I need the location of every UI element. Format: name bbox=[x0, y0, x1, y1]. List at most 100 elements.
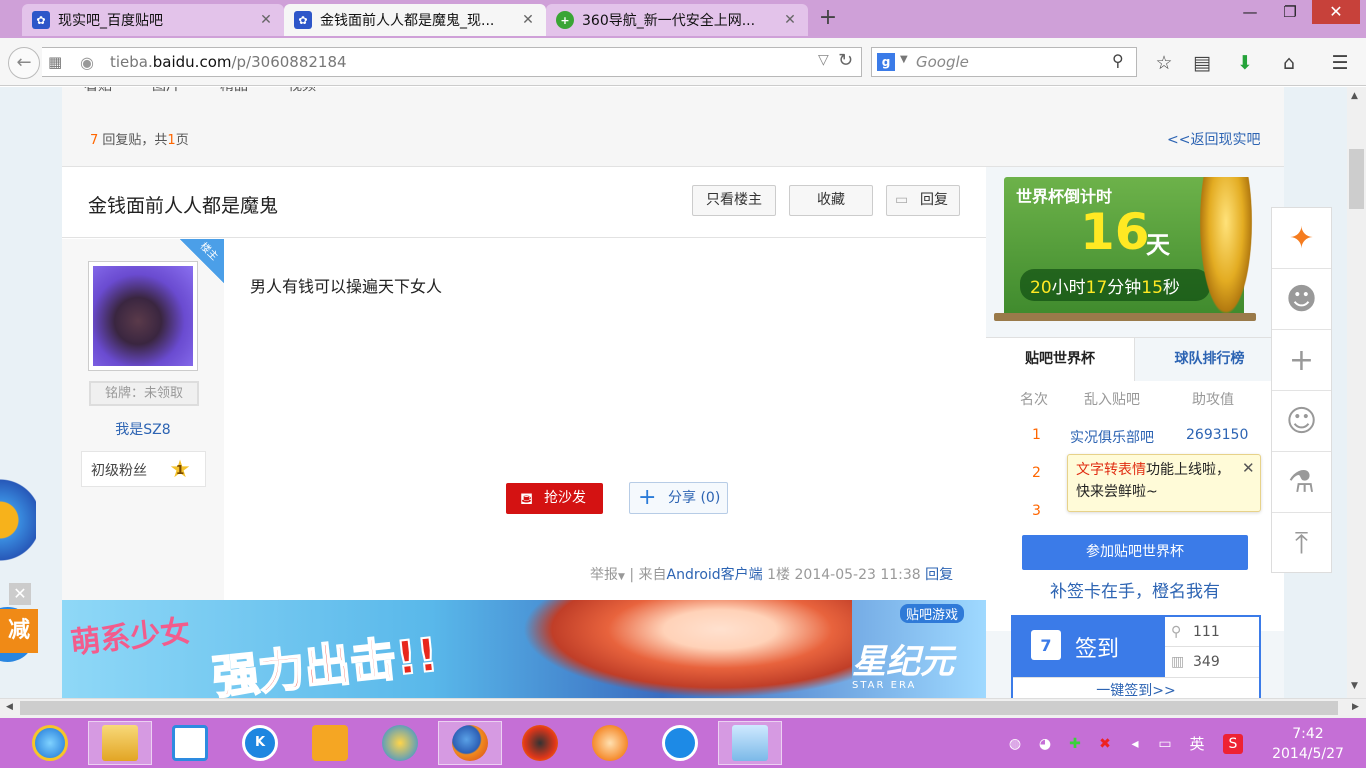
reload-icon[interactable]: ↻ bbox=[838, 50, 853, 71]
scroll-left-icon[interactable]: ◀ bbox=[6, 702, 13, 712]
search-icon[interactable]: ⚲ bbox=[1112, 51, 1124, 70]
sofa-button[interactable]: ⛾ 抢沙发 bbox=[506, 483, 603, 514]
vertical-scrollbar[interactable]: ▲ ▼ bbox=[1347, 87, 1366, 698]
fan-level-number: 1 bbox=[175, 463, 185, 477]
chevron-down-icon[interactable]: ▼ bbox=[618, 572, 625, 582]
taskbar-firefox[interactable] bbox=[438, 721, 502, 765]
side-toolbar: ✦ ☻ + ☺ ⚗ ⤒ bbox=[1271, 207, 1332, 573]
identity-icon[interactable]: ▦ bbox=[48, 53, 62, 71]
sofa-icon: ⛾ bbox=[520, 489, 534, 508]
countdown-base bbox=[994, 313, 1256, 321]
search-box[interactable]: g ▼ Google ⚲ bbox=[871, 47, 1137, 77]
taskbar-game[interactable] bbox=[578, 721, 642, 765]
report-link[interactable]: 举报 bbox=[590, 567, 618, 583]
taskbar-ie[interactable] bbox=[18, 721, 82, 765]
close-tab-icon[interactable]: ✕ bbox=[258, 12, 274, 28]
nav-item-posts[interactable]: 看贴 bbox=[84, 87, 112, 95]
back-button[interactable]: ← bbox=[8, 47, 40, 79]
taskbar-alarm[interactable] bbox=[368, 721, 432, 765]
close-window-button[interactable]: ✕ bbox=[1312, 0, 1360, 24]
baidu-paw-icon: ✿ bbox=[32, 11, 50, 29]
only-op-button[interactable]: 只看楼主 bbox=[692, 185, 776, 216]
bookmarks-list-icon[interactable]: ▤ bbox=[1190, 51, 1214, 75]
taskbar-player[interactable] bbox=[508, 721, 572, 765]
maximize-button[interactable]: ❐ bbox=[1276, 0, 1304, 24]
dropdown-arrow-icon[interactable]: ▽ bbox=[818, 52, 829, 68]
from-label: | 来自 bbox=[629, 567, 667, 583]
nav-item-images[interactable]: 图片 bbox=[152, 87, 180, 95]
chevron-down-icon[interactable]: ▼ bbox=[900, 54, 908, 65]
join-cup-button[interactable]: 参加贴吧世界杯 bbox=[1022, 535, 1248, 570]
taskbar-cloud[interactable] bbox=[158, 721, 222, 765]
360-safe-icon[interactable]: ✚ bbox=[1065, 734, 1085, 754]
scrollbar-thumb[interactable] bbox=[1349, 149, 1364, 209]
sign-in-box[interactable]: 7 签到 ⚲ 111 ▥ 349 一键签到>> bbox=[1011, 615, 1261, 698]
fan-level[interactable]: 初级粉丝 ★ 1 bbox=[81, 451, 206, 487]
taskbar-kugou[interactable]: K bbox=[228, 721, 292, 765]
taskbar-video[interactable] bbox=[648, 721, 712, 765]
username-link[interactable]: 我是SZ8 bbox=[62, 419, 224, 439]
bear-face-icon[interactable]: ☻ bbox=[1272, 269, 1331, 330]
qq-penguin-icon[interactable]: ◕ bbox=[1035, 734, 1055, 754]
row-bar[interactable]: 实况俱乐部吧 bbox=[1070, 427, 1154, 447]
clock-time: 7:42 bbox=[1292, 726, 1324, 742]
sogou-icon[interactable]: S bbox=[1223, 734, 1243, 754]
sign-count-a: 111 bbox=[1193, 624, 1220, 640]
back-to-top-icon[interactable]: ⤒ bbox=[1272, 513, 1331, 574]
url-bar[interactable]: ▦ ◉ tieba.baidu.com/p/3060882184 ▽ ↻ bbox=[42, 47, 862, 77]
scroll-down-icon[interactable]: ▼ bbox=[1351, 681, 1358, 691]
back-to-bar-link[interactable]: <<返回现实吧 bbox=[1167, 129, 1260, 149]
nav-item-featured[interactable]: 精品 bbox=[220, 87, 248, 95]
menu-icon[interactable]: ☰ bbox=[1328, 51, 1352, 75]
sign-in-button[interactable]: 7 签到 bbox=[1013, 617, 1165, 677]
tab-current-thread[interactable]: ✿ 金钱面前人人都是魔鬼_现... ✕ bbox=[284, 4, 546, 36]
magic-wand-icon[interactable]: ✦ bbox=[1272, 208, 1331, 269]
tab-360-nav[interactable]: + 360导航_新一代安全上网... ✕ bbox=[546, 4, 808, 36]
home-icon[interactable]: ⌂ bbox=[1277, 51, 1301, 75]
post-reply-link[interactable]: 回复 bbox=[925, 567, 953, 583]
client-link[interactable]: Android客户端 bbox=[667, 567, 763, 583]
world-cup-countdown[interactable]: 世界杯倒计时 16 天 20小时17分钟15秒 bbox=[986, 177, 1284, 327]
network-error-icon[interactable]: ✖ bbox=[1095, 734, 1115, 754]
taskbar-anime[interactable] bbox=[718, 721, 782, 765]
minimize-button[interactable]: — bbox=[1236, 0, 1264, 24]
monitor-icon[interactable]: ▭ bbox=[1155, 734, 1175, 754]
medal-badge[interactable]: 铭牌：未领取 bbox=[89, 381, 199, 406]
tab-label: 金钱面前人人都是魔鬼_现... bbox=[320, 13, 495, 29]
taskbar-explorer[interactable] bbox=[88, 721, 152, 765]
post-meta: 举报▼ | 来自Android客户端 1楼 2014-05-23 11:38 回… bbox=[590, 564, 953, 584]
game-banner-ad[interactable]: 萌系少女 强力出击!! 贴吧游戏 星纪元 STAR ERA bbox=[62, 600, 986, 698]
tab-xianshi-bar[interactable]: ✿ 现实吧_百度贴吧 ✕ bbox=[22, 4, 284, 36]
ime-indicator[interactable]: 英 bbox=[1187, 734, 1207, 754]
horizontal-scrollbar[interactable]: ◀ ▶ bbox=[0, 698, 1366, 718]
windows-taskbar: K ◍ ◕ ✚ ✖ ◂ ▭ 英 S 7:42 2014/5/27 bbox=[0, 718, 1366, 768]
scroll-up-icon[interactable]: ▲ bbox=[1351, 91, 1358, 101]
reply-button[interactable]: ▭ 回复 bbox=[886, 185, 960, 216]
tab-tieba-cup[interactable]: 贴吧世界杯 bbox=[986, 338, 1134, 382]
download-arrow-icon[interactable]: ⬇ bbox=[1233, 51, 1257, 75]
close-tab-icon[interactable]: ✕ bbox=[520, 12, 536, 28]
plus-icon[interactable]: + bbox=[1272, 330, 1331, 391]
user-icon[interactable]: ☺ bbox=[1272, 391, 1331, 452]
tab-team-rank[interactable]: 球队排行榜 bbox=[1134, 338, 1284, 382]
network-globe-icon[interactable]: ◍ bbox=[1005, 734, 1025, 754]
volume-icon[interactable]: ◂ bbox=[1125, 734, 1145, 754]
one-click-sign-link[interactable]: 一键签到>> bbox=[1013, 677, 1259, 698]
url-text[interactable]: tieba.baidu.com/p/3060882184 bbox=[110, 53, 347, 71]
close-tooltip-icon[interactable]: ✕ bbox=[1242, 457, 1255, 479]
share-button[interactable]: + 分享 (0) bbox=[629, 482, 728, 514]
google-g-icon[interactable]: g bbox=[877, 53, 895, 71]
close-tab-icon[interactable]: ✕ bbox=[782, 12, 798, 28]
taskbar-puzzle[interactable] bbox=[298, 721, 362, 765]
favorite-button[interactable]: 收藏 bbox=[789, 185, 873, 216]
nav-item-videos[interactable]: 视频 bbox=[288, 87, 316, 95]
scrollbar-thumb[interactable] bbox=[20, 701, 1338, 715]
url-subdomain: tieba. bbox=[110, 53, 153, 71]
new-tab-button[interactable]: + bbox=[815, 6, 841, 32]
flask-icon[interactable]: ⚗ bbox=[1272, 452, 1331, 513]
bookmark-star-icon[interactable]: ☆ bbox=[1152, 51, 1176, 75]
clock[interactable]: 7:42 2014/5/27 bbox=[1260, 724, 1356, 764]
sign-card-link[interactable]: 补签卡在手，橙名我有 bbox=[986, 577, 1284, 602]
scroll-right-icon[interactable]: ▶ bbox=[1352, 702, 1359, 712]
ad-fragment-text: 减 bbox=[0, 609, 38, 653]
